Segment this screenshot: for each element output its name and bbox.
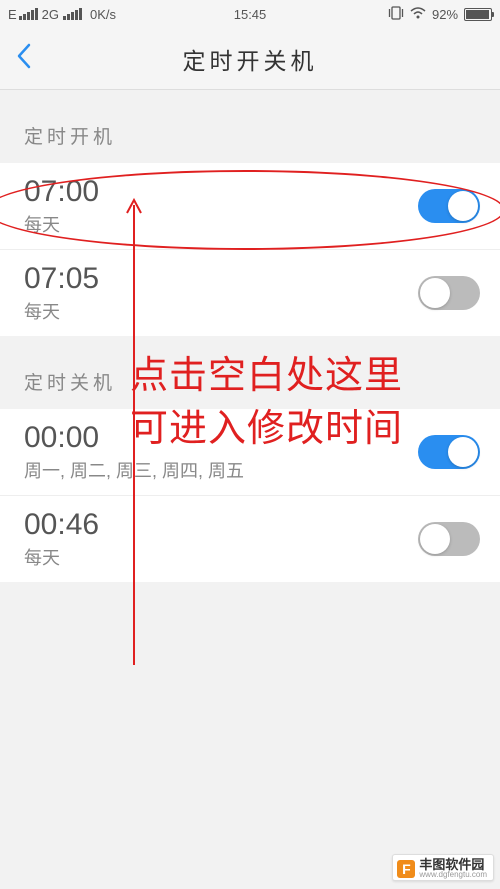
schedule-row-poweron-0[interactable]: 07:00 每天 [0,163,500,249]
toggle-poweroff-1[interactable] [418,522,480,556]
network-e: E [8,7,17,22]
content: 定时开机 07:00 每天 07:05 每天 定时关机 00:00 周一, 周二… [0,90,500,582]
net-speed: 0K/s [90,7,116,22]
schedule-row-poweroff-0[interactable]: 00:00 周一, 周二, 周三, 周四, 周五 [0,409,500,495]
section-header-poweroff: 定时关机 [0,336,500,409]
toggle-poweroff-0[interactable] [418,435,480,469]
battery-icon [464,8,492,21]
vibrate-icon [388,6,404,23]
signal-icon-2 [63,8,82,20]
schedule-row-poweron-1[interactable]: 07:05 每天 [0,249,500,336]
page-title: 定时开关机 [0,42,500,76]
toggle-poweron-0[interactable] [418,189,480,223]
signal-icon [19,8,38,20]
battery-percent: 92% [432,7,458,22]
wifi-icon [410,7,426,22]
navbar: 定时开关机 [0,28,500,90]
status-bar: E 2G 0K/s 15:45 92% [0,0,500,28]
row-repeat: 周一, 周二, 周三, 周四, 周五 [24,457,418,483]
watermark: F 丰图软件园 www.dgfengtu.com [392,854,494,881]
row-time: 00:46 [24,508,418,542]
row-repeat: 每天 [24,211,418,237]
row-time: 07:00 [24,175,418,209]
row-time: 00:00 [24,421,418,455]
row-time: 07:05 [24,262,418,296]
toggle-poweron-1[interactable] [418,276,480,310]
section-header-poweron: 定时开机 [0,90,500,163]
watermark-url: www.dgfengtu.com [419,871,487,879]
schedule-row-poweroff-1[interactable]: 00:46 每天 [0,495,500,582]
network-gen: 2G [42,7,59,22]
back-button[interactable] [16,43,32,75]
status-time: 15:45 [234,7,267,22]
watermark-logo-icon: F [397,860,415,878]
row-repeat: 每天 [24,544,418,570]
row-repeat: 每天 [24,298,418,324]
